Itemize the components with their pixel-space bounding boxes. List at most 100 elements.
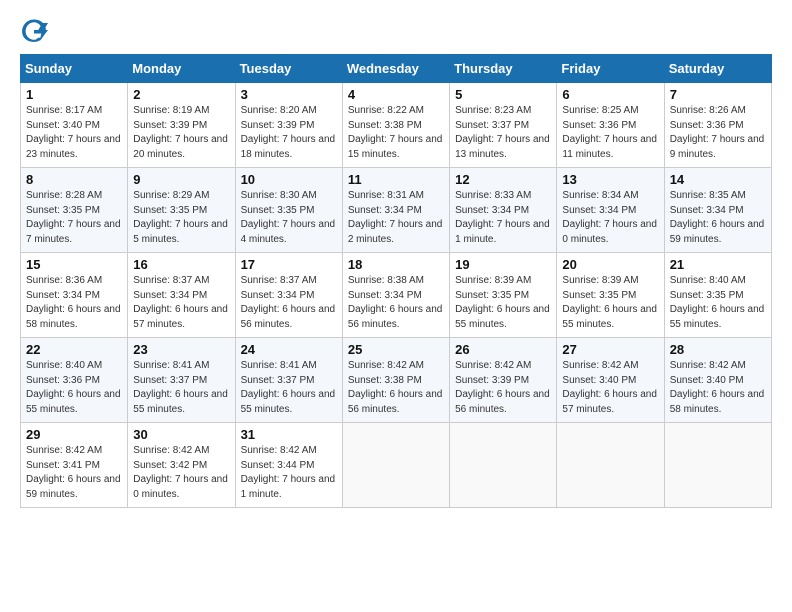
day-number: 17 bbox=[241, 257, 337, 272]
day-info: Sunrise: 8:42 AM Sunset: 3:40 PM Dayligh… bbox=[670, 359, 766, 417]
day-cell: 24 Sunrise: 8:41 AM Sunset: 3:37 PM Dayl… bbox=[235, 338, 342, 423]
day-info: Sunrise: 8:35 AM Sunset: 3:34 PM Dayligh… bbox=[670, 189, 766, 247]
day-number: 21 bbox=[670, 257, 766, 272]
day-cell: 29 Sunrise: 8:42 AM Sunset: 3:41 PM Dayl… bbox=[21, 423, 128, 508]
day-cell: 3 Sunrise: 8:20 AM Sunset: 3:39 PM Dayli… bbox=[235, 83, 342, 168]
day-number: 14 bbox=[670, 172, 766, 187]
day-info: Sunrise: 8:22 AM Sunset: 3:38 PM Dayligh… bbox=[348, 104, 444, 162]
day-info: Sunrise: 8:20 AM Sunset: 3:39 PM Dayligh… bbox=[241, 104, 337, 162]
day-info: Sunrise: 8:42 AM Sunset: 3:42 PM Dayligh… bbox=[133, 444, 229, 502]
day-cell: 28 Sunrise: 8:42 AM Sunset: 3:40 PM Dayl… bbox=[664, 338, 771, 423]
day-cell bbox=[557, 423, 664, 508]
day-cell: 18 Sunrise: 8:38 AM Sunset: 3:34 PM Dayl… bbox=[342, 253, 449, 338]
day-info: Sunrise: 8:17 AM Sunset: 3:40 PM Dayligh… bbox=[26, 104, 122, 162]
day-info: Sunrise: 8:23 AM Sunset: 3:37 PM Dayligh… bbox=[455, 104, 551, 162]
day-number: 19 bbox=[455, 257, 551, 272]
week-row-5: 29 Sunrise: 8:42 AM Sunset: 3:41 PM Dayl… bbox=[21, 423, 772, 508]
day-number: 24 bbox=[241, 342, 337, 357]
day-info: Sunrise: 8:41 AM Sunset: 3:37 PM Dayligh… bbox=[241, 359, 337, 417]
day-number: 27 bbox=[562, 342, 658, 357]
day-cell: 23 Sunrise: 8:41 AM Sunset: 3:37 PM Dayl… bbox=[128, 338, 235, 423]
day-info: Sunrise: 8:39 AM Sunset: 3:35 PM Dayligh… bbox=[455, 274, 551, 332]
day-number: 4 bbox=[348, 87, 444, 102]
logo bbox=[20, 16, 52, 44]
day-cell bbox=[342, 423, 449, 508]
day-cell: 16 Sunrise: 8:37 AM Sunset: 3:34 PM Dayl… bbox=[128, 253, 235, 338]
day-cell bbox=[450, 423, 557, 508]
day-number: 23 bbox=[133, 342, 229, 357]
day-info: Sunrise: 8:19 AM Sunset: 3:39 PM Dayligh… bbox=[133, 104, 229, 162]
calendar-page: SundayMondayTuesdayWednesdayThursdayFrid… bbox=[0, 0, 792, 524]
day-info: Sunrise: 8:30 AM Sunset: 3:35 PM Dayligh… bbox=[241, 189, 337, 247]
weekday-header-row: SundayMondayTuesdayWednesdayThursdayFrid… bbox=[21, 55, 772, 83]
day-info: Sunrise: 8:29 AM Sunset: 3:35 PM Dayligh… bbox=[133, 189, 229, 247]
day-cell: 8 Sunrise: 8:28 AM Sunset: 3:35 PM Dayli… bbox=[21, 168, 128, 253]
day-cell: 13 Sunrise: 8:34 AM Sunset: 3:34 PM Dayl… bbox=[557, 168, 664, 253]
day-cell bbox=[664, 423, 771, 508]
day-number: 28 bbox=[670, 342, 766, 357]
week-row-4: 22 Sunrise: 8:40 AM Sunset: 3:36 PM Dayl… bbox=[21, 338, 772, 423]
day-number: 18 bbox=[348, 257, 444, 272]
day-cell: 1 Sunrise: 8:17 AM Sunset: 3:40 PM Dayli… bbox=[21, 83, 128, 168]
day-cell: 11 Sunrise: 8:31 AM Sunset: 3:34 PM Dayl… bbox=[342, 168, 449, 253]
day-info: Sunrise: 8:39 AM Sunset: 3:35 PM Dayligh… bbox=[562, 274, 658, 332]
day-number: 16 bbox=[133, 257, 229, 272]
day-info: Sunrise: 8:26 AM Sunset: 3:36 PM Dayligh… bbox=[670, 104, 766, 162]
day-cell: 10 Sunrise: 8:30 AM Sunset: 3:35 PM Dayl… bbox=[235, 168, 342, 253]
day-info: Sunrise: 8:37 AM Sunset: 3:34 PM Dayligh… bbox=[241, 274, 337, 332]
weekday-header-tuesday: Tuesday bbox=[235, 55, 342, 83]
day-info: Sunrise: 8:42 AM Sunset: 3:41 PM Dayligh… bbox=[26, 444, 122, 502]
logo-icon bbox=[20, 16, 48, 44]
weekday-header-thursday: Thursday bbox=[450, 55, 557, 83]
day-number: 15 bbox=[26, 257, 122, 272]
day-cell: 19 Sunrise: 8:39 AM Sunset: 3:35 PM Dayl… bbox=[450, 253, 557, 338]
day-number: 22 bbox=[26, 342, 122, 357]
day-info: Sunrise: 8:42 AM Sunset: 3:38 PM Dayligh… bbox=[348, 359, 444, 417]
day-number: 29 bbox=[26, 427, 122, 442]
day-cell: 12 Sunrise: 8:33 AM Sunset: 3:34 PM Dayl… bbox=[450, 168, 557, 253]
day-number: 20 bbox=[562, 257, 658, 272]
day-number: 6 bbox=[562, 87, 658, 102]
weekday-header-friday: Friday bbox=[557, 55, 664, 83]
header bbox=[20, 16, 772, 44]
day-number: 30 bbox=[133, 427, 229, 442]
day-info: Sunrise: 8:36 AM Sunset: 3:34 PM Dayligh… bbox=[26, 274, 122, 332]
day-cell: 6 Sunrise: 8:25 AM Sunset: 3:36 PM Dayli… bbox=[557, 83, 664, 168]
day-cell: 9 Sunrise: 8:29 AM Sunset: 3:35 PM Dayli… bbox=[128, 168, 235, 253]
day-number: 3 bbox=[241, 87, 337, 102]
weekday-header-wednesday: Wednesday bbox=[342, 55, 449, 83]
week-row-2: 8 Sunrise: 8:28 AM Sunset: 3:35 PM Dayli… bbox=[21, 168, 772, 253]
day-cell: 15 Sunrise: 8:36 AM Sunset: 3:34 PM Dayl… bbox=[21, 253, 128, 338]
week-row-1: 1 Sunrise: 8:17 AM Sunset: 3:40 PM Dayli… bbox=[21, 83, 772, 168]
day-info: Sunrise: 8:28 AM Sunset: 3:35 PM Dayligh… bbox=[26, 189, 122, 247]
day-cell: 5 Sunrise: 8:23 AM Sunset: 3:37 PM Dayli… bbox=[450, 83, 557, 168]
day-info: Sunrise: 8:25 AM Sunset: 3:36 PM Dayligh… bbox=[562, 104, 658, 162]
day-cell: 2 Sunrise: 8:19 AM Sunset: 3:39 PM Dayli… bbox=[128, 83, 235, 168]
week-row-3: 15 Sunrise: 8:36 AM Sunset: 3:34 PM Dayl… bbox=[21, 253, 772, 338]
day-number: 1 bbox=[26, 87, 122, 102]
day-info: Sunrise: 8:42 AM Sunset: 3:44 PM Dayligh… bbox=[241, 444, 337, 502]
day-info: Sunrise: 8:40 AM Sunset: 3:36 PM Dayligh… bbox=[26, 359, 122, 417]
day-info: Sunrise: 8:37 AM Sunset: 3:34 PM Dayligh… bbox=[133, 274, 229, 332]
day-number: 5 bbox=[455, 87, 551, 102]
day-cell: 21 Sunrise: 8:40 AM Sunset: 3:35 PM Dayl… bbox=[664, 253, 771, 338]
day-cell: 27 Sunrise: 8:42 AM Sunset: 3:40 PM Dayl… bbox=[557, 338, 664, 423]
day-info: Sunrise: 8:38 AM Sunset: 3:34 PM Dayligh… bbox=[348, 274, 444, 332]
day-info: Sunrise: 8:31 AM Sunset: 3:34 PM Dayligh… bbox=[348, 189, 444, 247]
day-info: Sunrise: 8:42 AM Sunset: 3:40 PM Dayligh… bbox=[562, 359, 658, 417]
day-cell: 14 Sunrise: 8:35 AM Sunset: 3:34 PM Dayl… bbox=[664, 168, 771, 253]
day-number: 11 bbox=[348, 172, 444, 187]
day-cell: 31 Sunrise: 8:42 AM Sunset: 3:44 PM Dayl… bbox=[235, 423, 342, 508]
day-cell: 4 Sunrise: 8:22 AM Sunset: 3:38 PM Dayli… bbox=[342, 83, 449, 168]
day-number: 10 bbox=[241, 172, 337, 187]
calendar-table: SundayMondayTuesdayWednesdayThursdayFrid… bbox=[20, 54, 772, 508]
day-number: 26 bbox=[455, 342, 551, 357]
day-number: 7 bbox=[670, 87, 766, 102]
day-number: 25 bbox=[348, 342, 444, 357]
day-cell: 7 Sunrise: 8:26 AM Sunset: 3:36 PM Dayli… bbox=[664, 83, 771, 168]
day-info: Sunrise: 8:33 AM Sunset: 3:34 PM Dayligh… bbox=[455, 189, 551, 247]
day-number: 9 bbox=[133, 172, 229, 187]
day-info: Sunrise: 8:42 AM Sunset: 3:39 PM Dayligh… bbox=[455, 359, 551, 417]
day-info: Sunrise: 8:41 AM Sunset: 3:37 PM Dayligh… bbox=[133, 359, 229, 417]
day-cell: 17 Sunrise: 8:37 AM Sunset: 3:34 PM Dayl… bbox=[235, 253, 342, 338]
